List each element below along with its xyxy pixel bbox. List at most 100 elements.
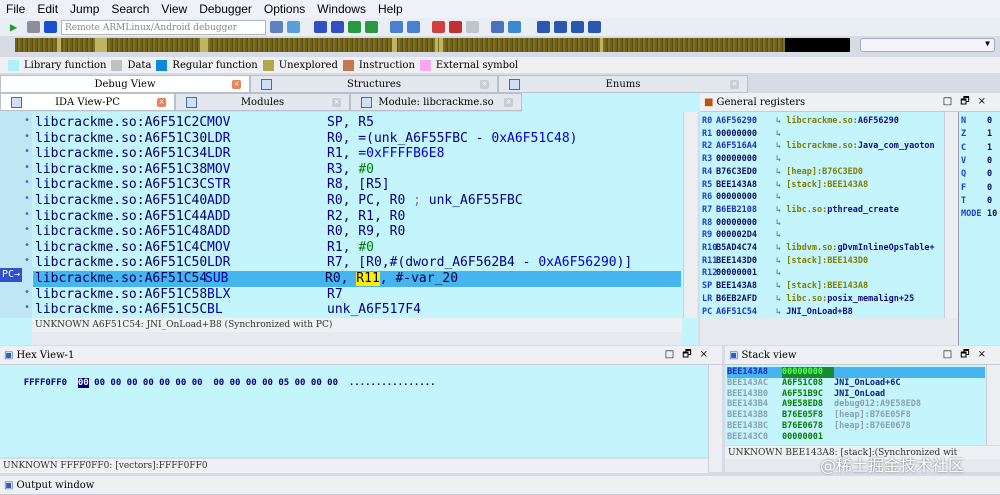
flag-value[interactable]: 0 [987, 183, 992, 193]
menu-view[interactable]: View [155, 0, 193, 18]
list-icon[interactable] [554, 21, 567, 33]
run-to-cursor-icon[interactable] [314, 21, 327, 33]
register-row[interactable]: R7 B6EB2108 ↳ libc.so:pthread_create [702, 204, 899, 217]
step-over-icon[interactable] [287, 21, 300, 33]
register-value[interactable]: B6EB2AFD [716, 293, 776, 306]
breakpoint-dot[interactable]: • [24, 177, 30, 188]
breakpoint-dot[interactable]: • [24, 131, 30, 142]
return-icon[interactable] [331, 21, 344, 33]
breakpoint-dot[interactable]: • [24, 146, 30, 157]
close-icon[interactable]: × [504, 98, 513, 107]
registers-hscrollbar[interactable] [700, 318, 958, 345]
code-line[interactable]: libcrackme.so:A6F51C2C MOV SP, R5 [35, 115, 683, 131]
code-line[interactable]: libcrackme.so:A6F51C30 LDR R0, =(unk_A6F55… [35, 131, 683, 147]
panel-icon[interactable] [588, 21, 601, 33]
registers-scrollbar[interactable] [944, 112, 958, 318]
register-value[interactable]: BEE143D0 [716, 255, 776, 268]
code-line[interactable]: libcrackme.so:A6F51C38 MOV R3, #0 [35, 162, 683, 178]
stack-row[interactable]: BEE143AC A6F51C08 JNI_OnLoad+6C [727, 378, 985, 389]
pause-icon[interactable] [27, 21, 40, 33]
navigation-dropdown[interactable]: ▼ [860, 38, 995, 52]
play-icon[interactable]: ▶ [10, 21, 23, 33]
menu-edit[interactable]: Edit [31, 0, 64, 18]
register-value[interactable]: 00000000 [716, 217, 776, 230]
tab-enums[interactable]: Enums × [498, 75, 748, 93]
close-icon[interactable]: × [157, 98, 166, 107]
debugger-select[interactable]: Remote ARMLinux/Android debugger [61, 19, 266, 35]
arrow-icon[interactable]: ↳ [776, 230, 786, 240]
register-value[interactable]: A6F516A4 [716, 140, 776, 153]
register-row[interactable]: R2 A6F516A4 ↳ libcrackme.so:Java_com_yaoto… [702, 140, 935, 153]
navigation-band[interactable] [15, 38, 850, 52]
code-line[interactable]: libcrackme.so:A6F51C40 ADD R0, PC, R0 ; un… [35, 193, 683, 209]
disabled-icon[interactable] [466, 21, 479, 33]
stack-row[interactable]: BEE143BC B76E0678 [heap]:B76E0678 [727, 421, 985, 432]
register-row[interactable]: R9 000002D4 ↳ [702, 229, 786, 242]
breakpoint-dot[interactable]: • [24, 209, 30, 220]
register-row[interactable]: R1200000001 ↳ [702, 267, 786, 280]
close-icon[interactable]: × [232, 80, 241, 89]
hex-ascii[interactable]: ................ [349, 378, 436, 388]
flag-row[interactable]: N0 [961, 115, 992, 128]
register-value[interactable]: B5AD4C74 [716, 242, 776, 255]
register-row[interactable]: R10B5AD4C74 ↳ libdvm.so:gDvmInlineOpsTabl… [702, 242, 935, 255]
add-bp-icon[interactable] [449, 21, 462, 33]
flag-row[interactable]: T0 [961, 195, 992, 208]
breakpoint-dot[interactable]: • [24, 224, 30, 235]
register-value[interactable]: A6F56290 [716, 115, 776, 128]
register-row[interactable]: R1 00000000 ↳ [702, 128, 786, 141]
menu-search[interactable]: Search [105, 0, 155, 18]
breakpoint-dot[interactable]: • [24, 162, 30, 173]
stack-row[interactable]: BEE143B8 B76E05F8 [heap]:B76E05F8 [727, 410, 985, 421]
window-icon[interactable] [537, 21, 550, 33]
menu-jump[interactable]: Jump [64, 0, 105, 18]
arrow-icon[interactable]: ↳ [776, 281, 786, 291]
flag-value[interactable]: 1 [987, 129, 992, 139]
tab-modules[interactable]: Modules × [175, 93, 350, 111]
view-icon[interactable] [390, 21, 403, 33]
window-buttons[interactable]: □🗗× [943, 347, 994, 364]
flag-value[interactable]: 1 [987, 143, 992, 153]
menu-help[interactable]: Help [372, 0, 409, 18]
register-value[interactable]: A6F51C54 [716, 306, 776, 319]
code-line[interactable]: libcrackme.so:A6F51C44 ADD R2, R1, R0 [35, 209, 683, 225]
hex-scrollbar[interactable] [708, 365, 722, 472]
stack-scrollbar[interactable] [986, 365, 1000, 445]
hex-view[interactable]: FFFF0FF0 00 00 00 00 00 00 00 00 00 00 0… [0, 365, 710, 457]
flag-value[interactable]: 10 [987, 209, 997, 219]
code-line[interactable]: libcrackme.so:A6F51C5C BL unk_A6F517F4 [35, 302, 683, 318]
register-row[interactable]: R5 BEE143A8 ↳ [stack]:BEE143A8 [702, 179, 868, 192]
add-icon[interactable] [508, 21, 521, 33]
breakpoint-dot[interactable]: • [24, 115, 30, 126]
register-value[interactable]: 00000000 [716, 128, 776, 141]
arrow-icon[interactable]: ↳ [776, 129, 786, 139]
hex-bytes[interactable]: 00 00 00 00 00 00 00 00 00 00 00 05 00 0… [94, 378, 338, 388]
flag-value[interactable]: 0 [987, 116, 992, 126]
breakpoint-dot[interactable]: • [24, 240, 30, 251]
trace-icon[interactable] [365, 21, 378, 33]
arrow-icon[interactable]: ↳ [776, 167, 786, 177]
register-row[interactable]: R11BEE143D0 ↳ [stack]:BEE143D0 [702, 255, 868, 268]
breakpoint-dot[interactable]: • [24, 302, 30, 313]
step-into-icon[interactable] [270, 21, 283, 33]
check-icon[interactable] [571, 21, 584, 33]
arrow-icon[interactable]: ↳ [776, 141, 786, 151]
register-value[interactable]: 00000001 [716, 267, 776, 280]
menu-options[interactable]: Options [258, 0, 311, 18]
breakpoint-icon[interactable] [348, 21, 361, 33]
arrow-icon[interactable]: ↳ [776, 116, 786, 126]
flag-row[interactable]: F0 [961, 182, 992, 195]
tab-debug-view[interactable]: Debug View × [0, 75, 250, 93]
tab-ida-view-pc[interactable]: IDA View-PC × [0, 93, 175, 111]
stop-icon[interactable] [44, 21, 57, 33]
flag-value[interactable]: 0 [987, 156, 992, 166]
stack-view[interactable]: BEE143A8 00000000 BEE143AC A6F51C08 JNI_OnLo… [725, 365, 1000, 445]
code-line[interactable]: libcrackme.so:A6F51C50 LDR R7, [R0,#(dword… [35, 255, 683, 271]
flag-value[interactable]: 0 [987, 169, 992, 179]
vertical-scrollbar[interactable] [683, 112, 697, 318]
window-buttons[interactable]: □🗗× [943, 94, 994, 111]
arrow-icon[interactable]: ↳ [776, 256, 786, 266]
arrow-icon[interactable]: ↳ [776, 307, 786, 317]
arrow-icon[interactable]: ↳ [776, 243, 786, 253]
register-row[interactable]: R6 00000000 ↳ [702, 191, 786, 204]
